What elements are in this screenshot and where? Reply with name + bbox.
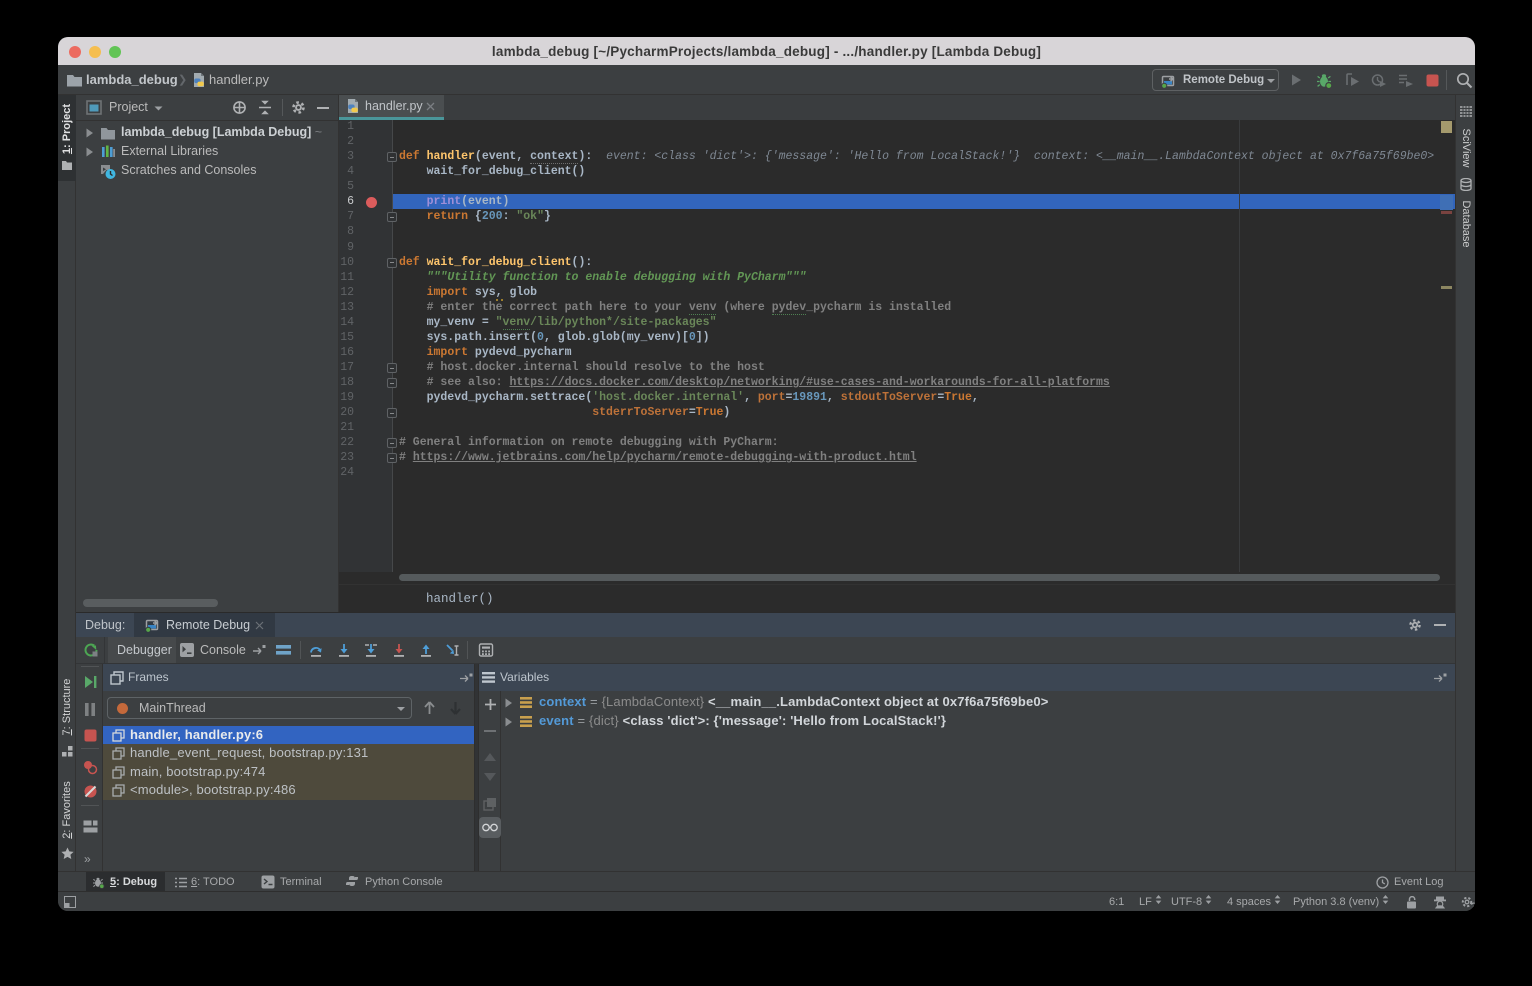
svg-text:?: ? (1471, 902, 1476, 911)
